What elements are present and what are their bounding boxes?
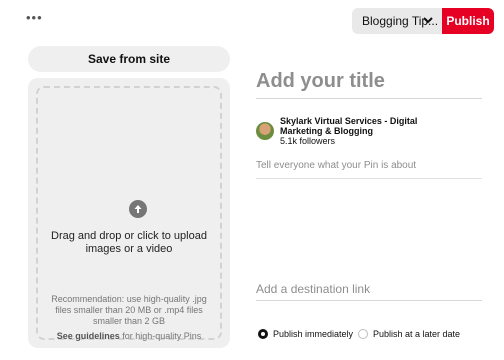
publish-immediately-radio[interactable] xyxy=(258,329,268,339)
board-select[interactable]: Blogging Tip... xyxy=(352,8,442,34)
publish-later-option[interactable]: Publish at a later date xyxy=(358,329,460,339)
upload-recommendation: Recommendation: use high-quality .jpg fi… xyxy=(51,294,207,326)
publish-immediately-option[interactable]: Publish immediately xyxy=(258,329,353,339)
description-input[interactable]: Tell everyone what your Pin is about xyxy=(256,160,482,179)
profile-block: Skylark Virtual Services - Digital Marke… xyxy=(256,116,486,152)
more-options-button[interactable]: ••• xyxy=(26,10,43,25)
chevron-down-icon xyxy=(423,17,433,24)
upload-dropzone[interactable]: Drag and drop or click to upload images … xyxy=(36,86,222,341)
upload-arrow-icon xyxy=(129,200,147,218)
guidelines-link[interactable]: See guidelines xyxy=(57,331,120,341)
guidelines-text: See guidelines for high-quality Pins xyxy=(48,331,210,341)
guidelines-tail: for high-quality Pins xyxy=(119,331,202,341)
followers-count: 5.1k followers xyxy=(280,136,336,146)
publish-immediately-label: Publish immediately xyxy=(273,329,354,339)
avatar xyxy=(256,122,274,140)
publish-later-radio[interactable] xyxy=(358,329,368,339)
title-input[interactable]: Add your title xyxy=(256,64,482,99)
destination-link-input[interactable]: Add a destination link xyxy=(256,282,482,301)
upload-panel[interactable]: Drag and drop or click to upload images … xyxy=(28,78,230,348)
publish-button[interactable]: Publish xyxy=(442,8,494,34)
profile-name: Skylark Virtual Services - Digital Marke… xyxy=(280,116,418,136)
save-from-site-button[interactable]: Save from site xyxy=(28,46,230,72)
upload-instructions: Drag and drop or click to upload images … xyxy=(51,230,207,255)
publish-later-label: Publish at a later date xyxy=(373,329,461,339)
